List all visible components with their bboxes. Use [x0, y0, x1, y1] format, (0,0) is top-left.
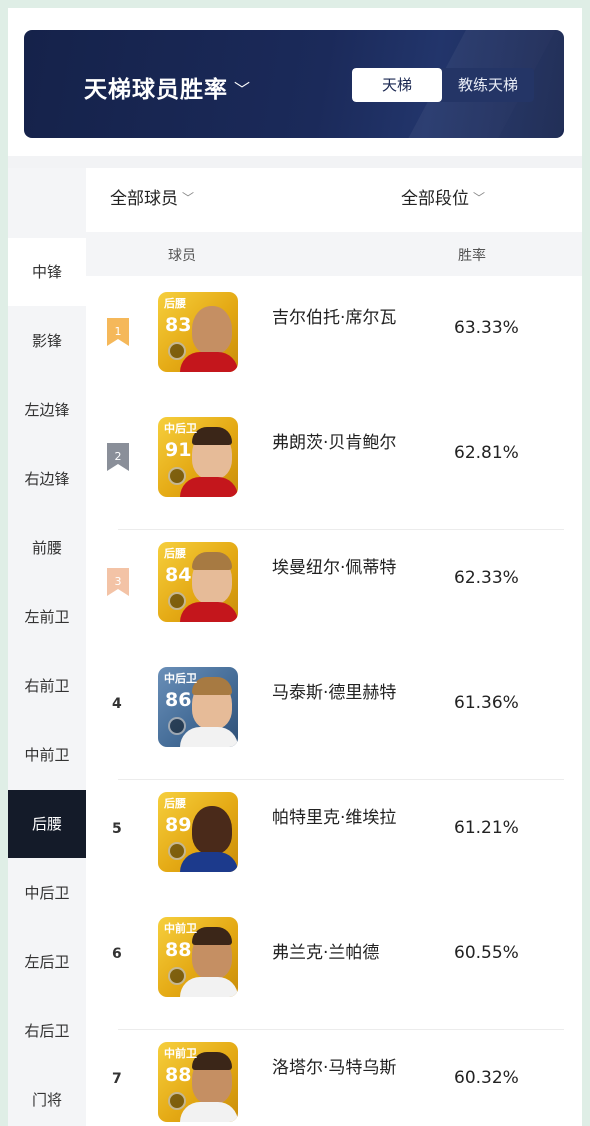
sidebar-item-rmf[interactable]: 右前卫 — [8, 652, 86, 720]
sidebar-item-rb[interactable]: 右后卫 — [8, 997, 86, 1065]
header-banner: 天梯球员胜率 ﹀ 天梯 教练天梯 — [24, 30, 564, 138]
page-title: 天梯球员胜率 — [84, 77, 228, 103]
sidebar-item-ss[interactable]: 影锋 — [8, 307, 86, 375]
card-rating: 89 — [165, 814, 192, 836]
table-row[interactable]: 1 后腰 83 吉尔伯托·席尔瓦 63.33% — [86, 280, 582, 405]
player-card: 中前卫 88 — [158, 1042, 238, 1122]
club-emblem-icon — [168, 342, 186, 360]
player-name: 吉尔伯托·席尔瓦 — [272, 308, 397, 328]
divider — [8, 156, 582, 168]
card-rating: 86 — [165, 689, 192, 711]
position-sidebar: 中锋 影锋 左边锋 右边锋 前腰 左前卫 右前卫 中前卫 后腰 中后卫 左后卫 … — [8, 168, 86, 1126]
chevron-down-icon: ﹀ — [473, 191, 486, 205]
card-rating: 84 — [165, 564, 192, 586]
svg-text:2: 2 — [115, 450, 122, 463]
win-rate: 61.21% — [454, 818, 519, 838]
player-filter-dropdown[interactable]: 全部球员 ﹀ — [110, 184, 194, 209]
table-row[interactable]: 5 后腰 89 帕特里克·维埃拉 61.21% — [86, 780, 582, 905]
card-rating: 91 — [165, 439, 192, 461]
sidebar-item-cb[interactable]: 中后卫 — [8, 859, 86, 927]
tab-coach-ladder[interactable]: 教练天梯 — [442, 68, 534, 102]
player-card: 后腰 89 — [158, 792, 238, 872]
svg-text:3: 3 — [115, 575, 122, 588]
chevron-down-icon: ﹀ — [182, 191, 195, 205]
player-card: 中后卫 91 — [158, 417, 238, 497]
ribbon-badge-icon: 2 — [107, 443, 129, 471]
player-card: 中后卫 86 — [158, 667, 238, 747]
club-emblem-icon — [168, 592, 186, 610]
rank-number: 6 — [112, 946, 122, 962]
card-position: 中前卫 — [164, 1047, 197, 1060]
club-emblem-icon — [168, 842, 186, 860]
table-row[interactable]: 4 中后卫 86 马泰斯·德里赫特 61.36% — [86, 655, 582, 780]
card-position: 中后卫 — [164, 422, 197, 435]
club-emblem-icon — [168, 967, 186, 985]
column-win-rate: 胜率 — [458, 248, 486, 264]
sidebar-item-amf[interactable]: 前腰 — [8, 514, 86, 582]
sidebar-item-lb[interactable]: 左后卫 — [8, 928, 86, 996]
player-name: 马泰斯·德里赫特 — [272, 683, 397, 703]
player-name: 洛塔尔·马特乌斯 — [272, 1058, 397, 1078]
table-row[interactable]: 6 中前卫 88 弗兰克·兰帕德 60.55% — [86, 905, 582, 1030]
player-card: 后腰 83 — [158, 292, 238, 372]
player-name: 帕特里克·维埃拉 — [272, 808, 397, 828]
svg-text:1: 1 — [115, 325, 122, 338]
chevron-down-icon: ﹀ — [234, 80, 252, 99]
ribbon-badge-icon: 1 — [107, 318, 129, 346]
card-rating: 88 — [165, 1064, 192, 1086]
sidebar-item-dmf[interactable]: 后腰 — [8, 790, 86, 858]
card-position: 后腰 — [164, 547, 186, 560]
win-rate: 60.55% — [454, 943, 519, 963]
sidebar-item-cmf[interactable]: 中前卫 — [8, 721, 86, 789]
table-row[interactable]: 3 后腰 84 埃曼纽尔·佩蒂特 62.33% — [86, 530, 582, 655]
club-emblem-icon — [168, 1092, 186, 1110]
club-emblem-icon — [168, 717, 186, 735]
win-rate: 62.81% — [454, 443, 519, 463]
title-dropdown[interactable]: 天梯球员胜率 ﹀ — [84, 70, 251, 104]
player-filter-label: 全部球员 — [110, 189, 178, 209]
club-emblem-icon — [168, 467, 186, 485]
tier-filter-label: 全部段位 — [401, 189, 469, 209]
player-name: 弗兰克·兰帕德 — [272, 943, 380, 963]
app-frame: 天梯球员胜率 ﹀ 天梯 教练天梯 中锋 影锋 左边锋 右边锋 前腰 左前卫 右前卫… — [8, 8, 582, 1126]
rank-number: 5 — [112, 821, 122, 837]
rank-number: 4 — [112, 696, 122, 712]
tier-filter-dropdown[interactable]: 全部段位 ﹀ — [401, 184, 485, 209]
table-row[interactable]: 2 中后卫 91 弗朗茨·贝肯鲍尔 62.81% — [86, 405, 582, 530]
sidebar-item-gk[interactable]: 门将 — [8, 1066, 86, 1126]
card-position: 中前卫 — [164, 922, 197, 935]
player-name: 弗朗茨·贝肯鲍尔 — [272, 433, 397, 453]
sidebar-item-cf[interactable]: 中锋 — [8, 238, 86, 306]
card-rating: 88 — [165, 939, 192, 961]
ribbon-badge-icon: 3 — [107, 568, 129, 596]
tab-ladder[interactable]: 天梯 — [352, 68, 442, 102]
sidebar-item-rwf[interactable]: 右边锋 — [8, 445, 86, 513]
player-card: 中前卫 88 — [158, 917, 238, 997]
win-rate: 63.33% — [454, 318, 519, 338]
win-rate: 60.32% — [454, 1068, 519, 1088]
rank-number: 7 — [112, 1071, 122, 1087]
player-card: 后腰 84 — [158, 542, 238, 622]
table-header: 球员 胜率 — [86, 232, 582, 276]
ladder-tab-switch: 天梯 教练天梯 — [352, 68, 534, 102]
win-rate: 62.33% — [454, 568, 519, 588]
sidebar-item-lmf[interactable]: 左前卫 — [8, 583, 86, 651]
table-row[interactable]: 7 中前卫 88 洛塔尔·马特乌斯 60.32% — [86, 1030, 582, 1126]
card-position: 后腰 — [164, 297, 186, 310]
win-rate: 61.36% — [454, 693, 519, 713]
card-rating: 83 — [165, 314, 192, 336]
card-position: 后腰 — [164, 797, 186, 810]
card-position: 中后卫 — [164, 672, 197, 685]
player-name: 埃曼纽尔·佩蒂特 — [272, 558, 397, 578]
column-player: 球员 — [168, 248, 196, 264]
sidebar-item-lwf[interactable]: 左边锋 — [8, 376, 86, 444]
